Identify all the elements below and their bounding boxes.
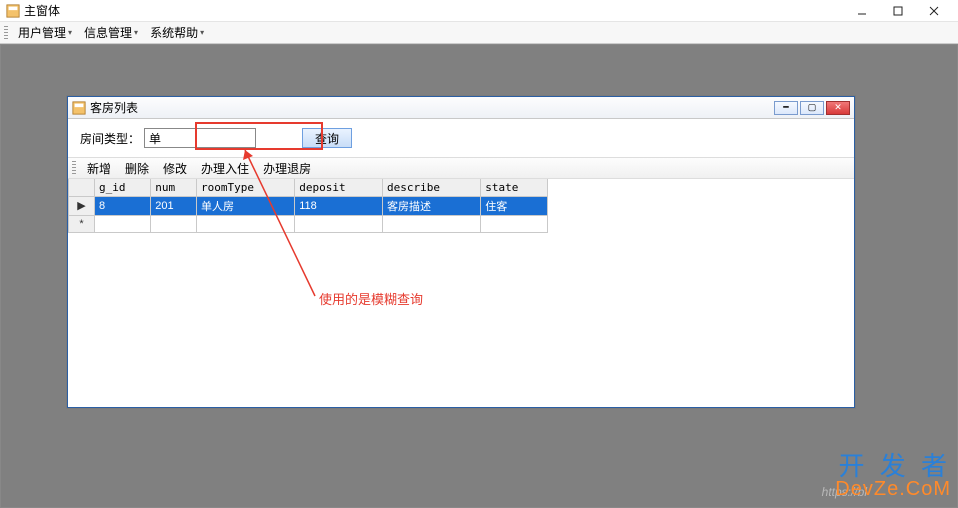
table-cell[interactable]	[295, 215, 383, 232]
table-cell[interactable]	[382, 215, 480, 232]
main-menubar: 用户管理▾ 信息管理▾ 系统帮助▾	[0, 22, 958, 44]
tool-edit[interactable]: 修改	[156, 159, 194, 178]
table-cell[interactable]	[197, 215, 295, 232]
main-titlebar: 主窗体	[0, 0, 958, 22]
maximize-icon: ▢	[808, 102, 817, 113]
chevron-down-icon: ▾	[134, 28, 138, 37]
table-row[interactable]: ▶8201单人房118客房描述住客	[69, 196, 548, 215]
query-button[interactable]: 查询	[302, 128, 352, 148]
table-cell[interactable]	[151, 215, 197, 232]
watermark-logo: 开 发 者 DevZe.CoM	[835, 453, 951, 499]
app-icon	[6, 4, 20, 18]
tool-delete[interactable]: 删除	[118, 159, 156, 178]
rooms-table[interactable]: g_id num roomType deposit describe state…	[68, 179, 548, 233]
col-num[interactable]: num	[151, 179, 197, 196]
main-window: 主窗体 用户管理▾ 信息管理▾ 系统帮助▾ 客房列表 ━ ▢ ✕ 房间类型： 查…	[0, 0, 958, 508]
col-roomtype[interactable]: roomType	[197, 179, 295, 196]
table-cell[interactable]	[95, 215, 151, 232]
child-minimize-button[interactable]: ━	[774, 101, 798, 115]
col-gid[interactable]: g_id	[95, 179, 151, 196]
menu-grip	[4, 26, 8, 40]
tool-checkin[interactable]: 办理入住	[194, 159, 256, 178]
maximize-icon	[893, 6, 903, 16]
room-list-window: 客房列表 ━ ▢ ✕ 房间类型： 查询 新增 删除 修改 办理入住 办理退房	[67, 96, 855, 408]
watermark-line2: DevZe.CoM	[835, 479, 951, 499]
child-toolbar: 新增 删除 修改 办理入住 办理退房	[68, 157, 854, 179]
mdi-client-area: 客房列表 ━ ▢ ✕ 房间类型： 查询 新增 删除 修改 办理入住 办理退房	[0, 44, 958, 508]
main-title: 主窗体	[24, 2, 60, 19]
tool-checkout[interactable]: 办理退房	[256, 159, 318, 178]
minimize-icon: ━	[783, 102, 788, 113]
col-state[interactable]: state	[481, 179, 548, 196]
table-cell[interactable]: 单人房	[197, 196, 295, 215]
menu-label: 系统帮助	[150, 24, 198, 41]
row-header-blank	[69, 179, 95, 196]
row-marker: *	[69, 215, 95, 232]
menu-info[interactable]: 信息管理▾	[78, 22, 144, 43]
child-close-button[interactable]: ✕	[826, 101, 850, 115]
table-cell[interactable]: 客房描述	[382, 196, 480, 215]
row-marker: ▶	[69, 196, 95, 215]
search-row: 房间类型： 查询	[68, 119, 854, 157]
menu-help[interactable]: 系统帮助▾	[144, 22, 210, 43]
table-cell[interactable]	[481, 215, 548, 232]
table-header-row: g_id num roomType deposit describe state	[69, 179, 548, 196]
close-button[interactable]	[916, 1, 952, 21]
watermark-line1: 开 发 者	[835, 453, 951, 479]
tool-add[interactable]: 新增	[80, 159, 118, 178]
form-icon	[72, 101, 86, 115]
minimize-icon	[857, 6, 867, 16]
menu-label: 信息管理	[84, 24, 132, 41]
room-type-input[interactable]	[144, 128, 256, 148]
menu-label: 用户管理	[18, 24, 66, 41]
grid-wrap: g_id num roomType deposit describe state…	[68, 179, 854, 407]
close-icon: ✕	[834, 102, 842, 113]
chevron-down-icon: ▾	[200, 28, 204, 37]
toolbar-grip	[72, 161, 76, 175]
menu-user[interactable]: 用户管理▾	[12, 22, 78, 43]
child-title: 客房列表	[90, 99, 138, 116]
maximize-button[interactable]	[880, 1, 916, 21]
table-cell[interactable]: 201	[151, 196, 197, 215]
col-deposit[interactable]: deposit	[295, 179, 383, 196]
child-titlebar: 客房列表 ━ ▢ ✕	[68, 97, 854, 119]
close-icon	[929, 6, 939, 16]
child-maximize-button[interactable]: ▢	[800, 101, 824, 115]
room-type-label: 房间类型：	[80, 130, 140, 147]
table-cell[interactable]: 住客	[481, 196, 548, 215]
table-cell[interactable]: 8	[95, 196, 151, 215]
table-row[interactable]: *	[69, 215, 548, 232]
col-describe[interactable]: describe	[382, 179, 480, 196]
chevron-down-icon: ▾	[68, 28, 72, 37]
table-cell[interactable]: 118	[295, 196, 383, 215]
minimize-button[interactable]	[844, 1, 880, 21]
